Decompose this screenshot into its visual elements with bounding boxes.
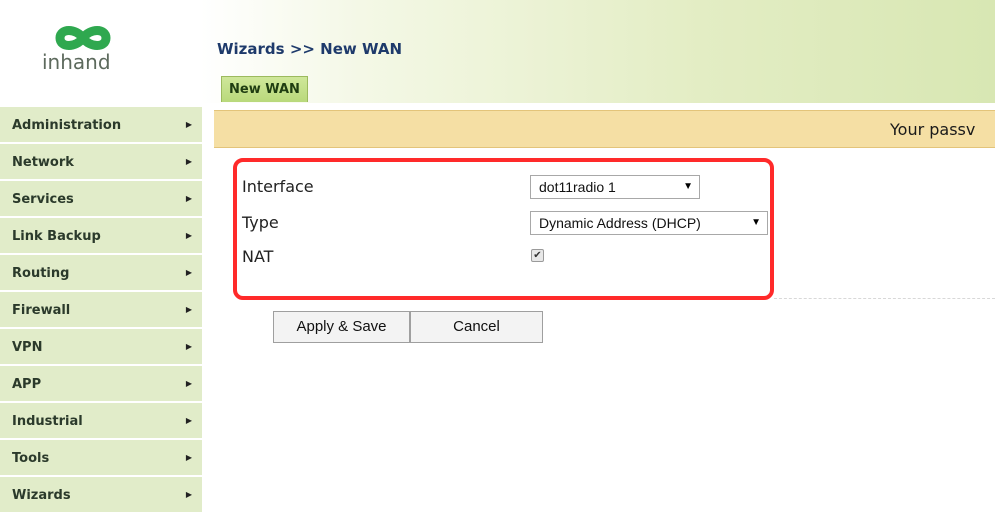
triangle-right-icon: ▶ — [185, 231, 192, 240]
sidebar-item-services[interactable]: Services ▶ — [0, 181, 202, 218]
type-label: Type — [242, 213, 279, 232]
sidebar-item-firewall[interactable]: Firewall ▶ — [0, 292, 202, 329]
type-select-value: Dynamic Address (DHCP) — [539, 215, 701, 231]
sidebar-item-label: Link Backup — [12, 229, 101, 244]
sidebar-item-label: Routing — [12, 266, 70, 281]
sidebar-nav: Administration ▶ Network ▶ Services ▶ Li… — [0, 107, 202, 512]
type-select[interactable]: Dynamic Address (DHCP) ▼ — [530, 211, 768, 235]
sidebar-item-tools[interactable]: Tools ▶ — [0, 440, 202, 477]
sidebar-item-app[interactable]: APP ▶ — [0, 366, 202, 403]
sidebar-item-wizards[interactable]: Wizards ▶ — [0, 477, 202, 512]
interface-label: Interface — [242, 177, 314, 196]
triangle-right-icon: ▶ — [185, 194, 192, 203]
header-bar: inhand Wizards >> New WAN New WAN — [0, 0, 995, 103]
triangle-right-icon: ▶ — [185, 305, 192, 314]
triangle-right-icon: ▶ — [185, 157, 192, 166]
sidebar-item-network[interactable]: Network ▶ — [0, 144, 202, 181]
nat-label: NAT — [242, 247, 274, 266]
sidebar-item-label: Industrial — [12, 414, 83, 429]
sidebar-item-link-backup[interactable]: Link Backup ▶ — [0, 218, 202, 255]
section-divider — [774, 298, 995, 299]
triangle-right-icon: ▶ — [185, 120, 192, 129]
sidebar-item-label: Tools — [12, 451, 50, 466]
triangle-right-icon: ▶ — [185, 379, 192, 388]
apply-save-button[interactable]: Apply & Save — [273, 311, 410, 343]
triangle-right-icon: ▶ — [185, 268, 192, 277]
triangle-right-icon: ▶ — [185, 490, 192, 499]
page-title: Wizards >> New WAN — [217, 40, 403, 58]
brand-name: inhand — [42, 50, 111, 74]
sidebar-item-label: Network — [12, 155, 74, 170]
interface-select-value: dot11radio 1 — [539, 179, 616, 195]
triangle-right-icon: ▶ — [185, 416, 192, 425]
sidebar-item-routing[interactable]: Routing ▶ — [0, 255, 202, 292]
nat-checkbox[interactable]: ✔ — [531, 249, 544, 262]
checkmark-icon: ✔ — [533, 250, 542, 261]
sidebar-item-label: Administration — [12, 118, 122, 133]
notice-bar: Your passv — [214, 110, 995, 148]
triangle-right-icon: ▶ — [185, 453, 192, 462]
sidebar-item-label: VPN — [12, 340, 43, 355]
notice-text: Your passv — [890, 120, 976, 139]
sidebar-item-vpn[interactable]: VPN ▶ — [0, 329, 202, 366]
tab-new-wan[interactable]: New WAN — [221, 76, 308, 102]
dropdown-arrow-icon: ▼ — [683, 181, 693, 192]
sidebar-item-label: APP — [12, 377, 42, 392]
interface-select[interactable]: dot11radio 1 ▼ — [530, 175, 700, 199]
cancel-button[interactable]: Cancel — [410, 311, 543, 343]
sidebar-item-label: Services — [12, 192, 74, 207]
sidebar-item-administration[interactable]: Administration ▶ — [0, 107, 202, 144]
dropdown-arrow-icon: ▼ — [751, 217, 761, 228]
sidebar-item-label: Wizards — [12, 488, 71, 503]
sidebar-item-industrial[interactable]: Industrial ▶ — [0, 403, 202, 440]
sidebar-item-label: Firewall — [12, 303, 71, 318]
triangle-right-icon: ▶ — [185, 342, 192, 351]
